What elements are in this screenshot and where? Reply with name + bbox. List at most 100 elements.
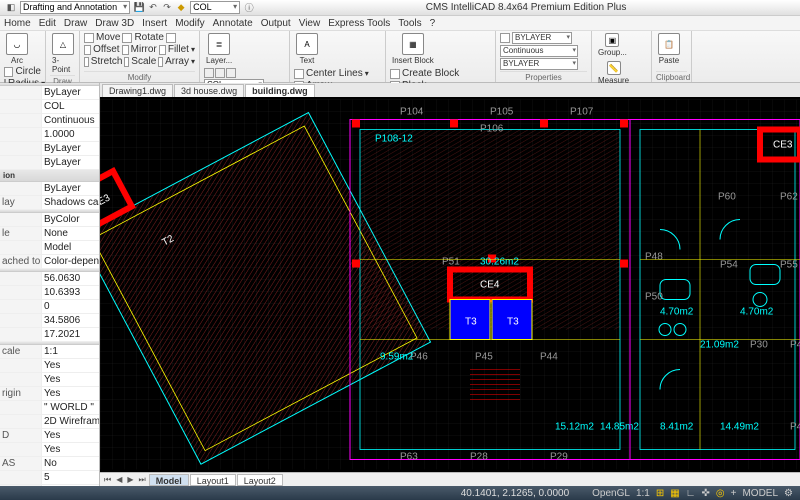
- layout-model[interactable]: Model: [149, 474, 189, 486]
- layers-button[interactable]: ≣Layer...: [204, 32, 234, 66]
- doctab-2[interactable]: building.dwg: [245, 84, 315, 97]
- prop-value[interactable]: 56.0630: [42, 272, 99, 285]
- menu-output[interactable]: Output: [261, 18, 291, 29]
- prop-row[interactable]: Yes: [0, 443, 99, 457]
- tab-first-icon[interactable]: ⏮: [102, 475, 113, 485]
- prop-row[interactable]: ByLayer: [0, 142, 99, 156]
- prop-value[interactable]: 0: [42, 300, 99, 313]
- prop-row[interactable]: 0: [0, 300, 99, 314]
- menu-modify[interactable]: Modify: [175, 18, 204, 29]
- prop-row[interactable]: 2D Wireframe: [0, 415, 99, 429]
- prop-lineweight[interactable]: BYLAYER: [500, 58, 578, 70]
- prop-row[interactable]: DYes: [0, 429, 99, 443]
- status-polar-icon[interactable]: ✜: [699, 488, 713, 499]
- prop-row[interactable]: ASNo: [0, 457, 99, 471]
- doctab-1[interactable]: 3d house.dwg: [174, 84, 244, 97]
- prop-value[interactable]: ByLayer: [42, 86, 99, 99]
- status-ortho-icon[interactable]: ∟: [683, 488, 699, 499]
- prop-value[interactable]: Yes: [42, 429, 99, 442]
- stretch-icon[interactable]: [84, 57, 89, 67]
- prop-row[interactable]: 10.6393: [0, 286, 99, 300]
- mirror-icon[interactable]: [122, 45, 129, 55]
- centerline-icon[interactable]: [294, 69, 304, 79]
- prop-row[interactable]: Model: [0, 241, 99, 255]
- properties-panel[interactable]: ByLayerCOLContinuous1.0000ByLayerByLayer…: [0, 83, 100, 486]
- prop-row[interactable]: Yes: [0, 359, 99, 373]
- text-button[interactable]: AText: [294, 32, 320, 66]
- prop-row[interactable]: Continuous: [0, 114, 99, 128]
- prop-row[interactable]: " WORLD ": [0, 401, 99, 415]
- status-model[interactable]: MODEL: [739, 488, 781, 499]
- prop-row[interactable]: leNone: [0, 227, 99, 241]
- prop-row[interactable]: ByColor: [0, 213, 99, 227]
- prop-value[interactable]: 34.5806: [42, 314, 99, 327]
- prop-row[interactable]: 34.5806: [0, 314, 99, 328]
- tab-last-icon[interactable]: ⏭: [137, 475, 148, 485]
- menu-help[interactable]: ?: [430, 18, 436, 29]
- prop-value[interactable]: Yes: [42, 387, 99, 400]
- prop-row[interactable]: COL: [0, 100, 99, 114]
- prop-linetype[interactable]: Continuous: [500, 45, 578, 57]
- prop-value[interactable]: ByLayer: [42, 142, 99, 155]
- workspace-combo[interactable]: Drafting and Annotation: [20, 1, 130, 14]
- offset-icon[interactable]: [84, 45, 91, 55]
- doctab-0[interactable]: Drawing1.dwg: [102, 84, 173, 97]
- prop-row[interactable]: Yes: [0, 373, 99, 387]
- prop-value[interactable]: Continuous: [42, 114, 99, 127]
- menu-home[interactable]: Home: [4, 18, 31, 29]
- menu-view[interactable]: View: [299, 18, 321, 29]
- circle-icon[interactable]: [4, 67, 13, 77]
- prop-row[interactable]: ByLayer: [0, 86, 99, 100]
- undo-icon[interactable]: ↶: [147, 2, 159, 14]
- menu-draw[interactable]: Draw: [64, 18, 87, 29]
- prop-value[interactable]: Yes: [42, 373, 99, 386]
- insert-block-button[interactable]: ▦Insert Block: [390, 32, 436, 66]
- menu-express[interactable]: Express Tools: [328, 18, 390, 29]
- prop-value[interactable]: None: [42, 227, 99, 240]
- save-icon[interactable]: 💾: [133, 2, 145, 14]
- tab-next-icon[interactable]: ▶: [125, 475, 135, 484]
- drawing-canvas[interactable]: CE3 T2 CE4 T3 T3 P104: [100, 97, 800, 472]
- rotate-icon[interactable]: [122, 33, 132, 43]
- prop-value[interactable]: 1.0000: [42, 128, 99, 141]
- prop-row[interactable]: ached toColor-dependent print: [0, 255, 99, 269]
- prop-value[interactable]: ByLayer: [42, 182, 99, 195]
- prop-value[interactable]: Yes: [42, 359, 99, 372]
- menu-edit[interactable]: Edit: [39, 18, 56, 29]
- layout-2[interactable]: Layout2: [237, 474, 283, 486]
- menu-tools[interactable]: Tools: [398, 18, 421, 29]
- prop-color[interactable]: BYLAYER: [512, 32, 572, 44]
- prop-row[interactable]: riginYes: [0, 387, 99, 401]
- prop-value[interactable]: ByLayer: [42, 156, 99, 169]
- prop-value[interactable]: 1:1: [42, 345, 99, 358]
- layout-1[interactable]: Layout1: [190, 474, 236, 486]
- status-osnap-icon[interactable]: ◎: [713, 488, 728, 499]
- prop-value[interactable]: " WORLD ": [42, 401, 99, 414]
- prop-value[interactable]: 5: [42, 471, 99, 484]
- prop-row[interactable]: 17.2021: [0, 328, 99, 342]
- tab-prev-icon[interactable]: ◀: [114, 475, 124, 484]
- prop-row[interactable]: 56.0630: [0, 272, 99, 286]
- info-icon[interactable]: ⓘ: [243, 2, 255, 14]
- status-opengl[interactable]: OpenGL: [589, 488, 633, 499]
- paste-button[interactable]: 📋Paste: [656, 32, 682, 66]
- menu-draw3d[interactable]: Draw 3D: [95, 18, 134, 29]
- prop-value[interactable]: ByColor: [42, 213, 99, 226]
- prop-value[interactable]: Shadows cast and rec.: [42, 196, 99, 209]
- move-icon[interactable]: [84, 33, 94, 43]
- status-gear-icon[interactable]: ⚙: [781, 488, 796, 499]
- arc-button[interactable]: ◡Arc: [4, 32, 30, 66]
- prop-value[interactable]: 10.6393: [42, 286, 99, 299]
- fillet-icon[interactable]: [159, 45, 166, 55]
- prop-value[interactable]: Model: [42, 241, 99, 254]
- menu-insert[interactable]: Insert: [142, 18, 167, 29]
- prop-value[interactable]: 17.2021: [42, 328, 99, 341]
- prop-value[interactable]: Color-dependent print: [42, 255, 99, 268]
- array-icon[interactable]: [158, 57, 163, 67]
- status-ratio[interactable]: 1:1: [633, 488, 653, 499]
- layers-icon[interactable]: ◆: [175, 2, 187, 14]
- prop-value[interactable]: Yes: [42, 443, 99, 456]
- group-button[interactable]: ▣Group...: [596, 32, 629, 58]
- prop-row[interactable]: ByLayer: [0, 182, 99, 196]
- scale-icon[interactable]: [124, 57, 129, 67]
